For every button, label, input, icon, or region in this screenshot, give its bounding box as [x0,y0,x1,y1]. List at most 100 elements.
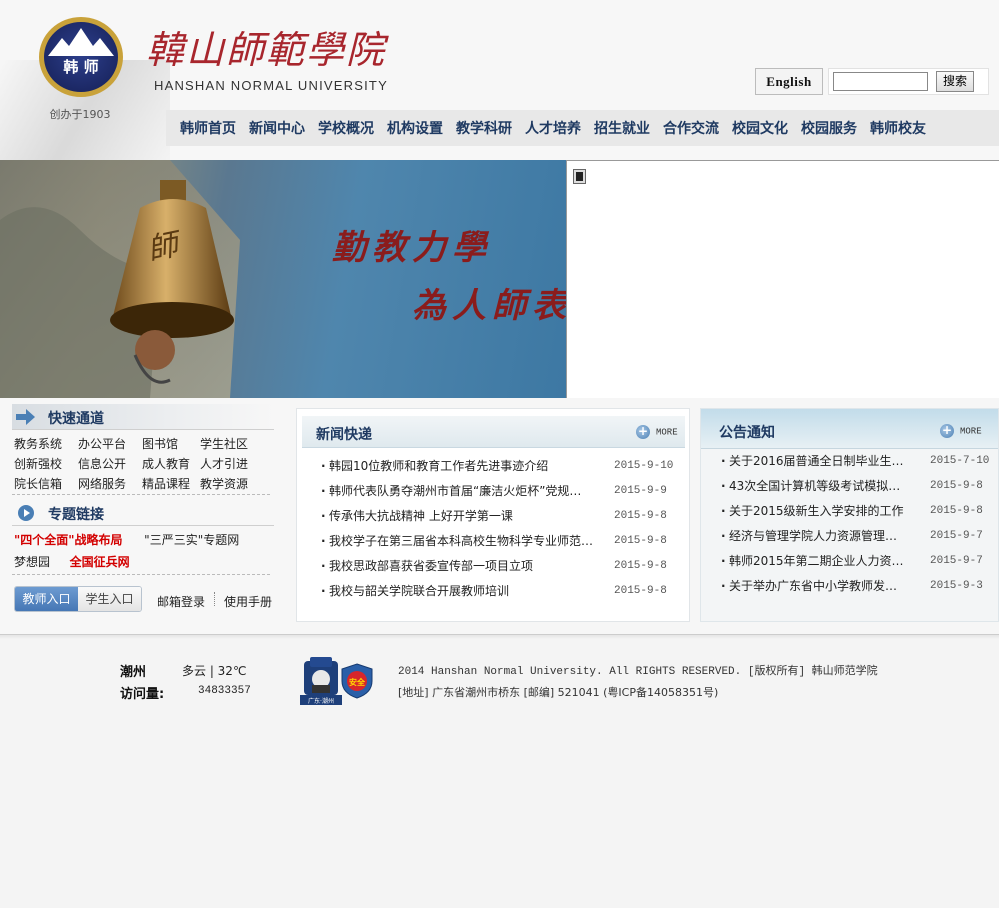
notice-item-date: 2015-9-7 [930,555,983,567]
list-item[interactable]: 传承伟大抗战精神 上好开学第一课 2015-9-8 [297,504,689,529]
nav-item-services[interactable]: 校园服务 [801,118,857,138]
banner-motto-line-1: 勤教力學 [332,228,492,268]
nav-item-training[interactable]: 人才培养 [525,118,581,138]
quick-link[interactable]: 成人教育 [142,456,200,472]
list-item[interactable]: 韩师代表队勇夺潮州市首届“廉洁火炬杯”党规… 2015-9-9 [297,479,689,504]
list-item[interactable]: 关于举办广东省中小学教师发… 2015-9-3 [701,574,998,599]
news-item-date: 2015-9-8 [614,585,667,597]
topic-link[interactable]: 梦想园 [14,555,50,569]
nav-item-departments[interactable]: 机构设置 [387,118,443,138]
quick-access-links: 教务系统 办公平台 图书馆 学生社区 创新强校 信息公开 成人教育 人才引进 院… [14,436,274,492]
plus-more-icon: + [940,423,954,438]
list-item[interactable]: 43次全国计算机等级考试模拟… 2015-9-8 [701,474,998,499]
news-item-date: 2015-9-10 [614,460,674,472]
list-item[interactable]: 韩师2015年第二期企业人力资… 2015-9-7 [701,549,998,574]
news-title: 新闻快递 [316,427,372,443]
nav-item-about[interactable]: 学校概况 [318,118,374,138]
site-footer: 潮州 多云 | 32℃ 访问量: 34833357 广东·潮州 安全 2014 … [0,634,999,908]
news-item-title[interactable]: 韩师代表队勇夺潮州市首届“廉洁火炬杯”党规… [321,479,601,504]
notice-item-title[interactable]: 关于2015级新生入学安排的工作 [721,499,907,524]
news-header: 新闻快递 + MORE [302,416,685,448]
quick-link[interactable]: 创新强校 [14,456,78,472]
login-tabs: 教师入口 学生入口 [14,586,142,612]
teacher-login-tab[interactable]: 教师入口 [15,587,78,611]
notice-item-date: 2015-9-8 [930,505,983,517]
topic-links-header: 专题链接 [12,500,274,526]
news-more-button[interactable]: + MORE [636,425,678,439]
student-login-tab[interactable]: 学生入口 [78,587,141,611]
notice-panel: 公告通知 + MORE 关于2016届普通全日制毕业生… 2015-7-10 43次… [700,408,999,622]
list-item[interactable]: 关于2016届普通全日制毕业生… 2015-7-10 [701,449,998,474]
logo-chinese-name[interactable]: 韓山師範學院 [146,26,384,74]
mail-login-link[interactable]: 邮箱登录 [157,593,205,610]
notice-more-button[interactable]: + MORE [940,424,982,438]
list-item[interactable]: 我校学子在第三届省本科高校生物科学专业师范… 2015-9-8 [297,529,689,554]
english-link-button[interactable]: English [755,68,823,95]
site-header: 韩 师 创办于1903 韓山師範學院 HANSHAN NORMAL UNIVER… [0,0,999,160]
list-item[interactable]: 经济与管理学院人力资源管理… 2015-9-7 [701,524,998,549]
topic-link[interactable]: "三严三实"专题网 [144,533,239,547]
arrow-right-icon [16,409,35,425]
topic-link[interactable]: 全国征兵网 [70,555,130,569]
notice-title: 公告通知 [719,425,775,441]
notice-item-title[interactable]: 43次全国计算机等级考试模拟… [721,474,907,499]
police-badge-icon[interactable]: 广东·潮州 [300,657,342,705]
separator [214,592,215,606]
police-label: 广东·潮州 [308,697,334,705]
quick-link[interactable]: 精品课程 [142,476,200,492]
nav-item-alumni[interactable]: 韩师校友 [870,118,926,138]
notice-item-title[interactable]: 关于2016届普通全日制毕业生… [721,449,907,474]
nav-item-cooperation[interactable]: 合作交流 [663,118,719,138]
quick-link[interactable]: 教务系统 [14,436,78,452]
weather-condition: 多云 | 32℃ [182,664,247,678]
news-item-date: 2015-9-8 [614,510,667,522]
user-manual-link[interactable]: 使用手册 [224,593,272,610]
quick-link[interactable]: 网络服务 [78,476,142,492]
nav-item-news[interactable]: 新闻中心 [249,118,305,138]
notice-item-date: 2015-7-10 [930,455,990,467]
logo-english-name[interactable]: HANSHAN NORMAL UNIVERSITY [154,78,394,93]
quick-link[interactable]: 办公平台 [78,436,142,452]
quick-access-header: 快速通道 [12,404,274,430]
list-item[interactable]: 关于2015级新生入学安排的工作 2015-9-8 [701,499,998,524]
banner-image[interactable]: 師 勤教力學 為人師表 [0,160,566,398]
quick-access-title: 快速通道 [48,411,104,427]
play-circle-icon [18,505,34,521]
notice-item-title[interactable]: 韩师2015年第二期企业人力资… [721,549,907,574]
list-item[interactable]: 我校思政部喜获省委宣传部一项目立项 2015-9-8 [297,554,689,579]
seal-logo-icon[interactable]: 韩 师 [38,16,124,98]
nav-item-research[interactable]: 教学科研 [456,118,512,138]
quick-link[interactable]: 人才引进 [200,456,274,472]
nav-item-admissions[interactable]: 招生就业 [594,118,650,138]
quick-link[interactable]: 图书馆 [142,436,200,452]
news-item-title[interactable]: 我校与韶关学院联合开展教师培训 [321,579,601,604]
nav-item-culture[interactable]: 校园文化 [732,118,788,138]
quick-link[interactable]: 信息公开 [78,456,142,472]
quick-link[interactable]: 院长信箱 [14,476,78,492]
media-icon[interactable] [573,169,586,184]
nav-item-home[interactable]: 韩师首页 [180,118,236,138]
news-item-title[interactable]: 我校学子在第三届省本科高校生物科学专业师范… [321,529,601,554]
search-button[interactable]: 搜索 [936,71,974,92]
copyright-text: 2014 Hanshan Normal University. All RIGH… [398,666,878,678]
shield-icon[interactable]: 安全 [341,663,373,699]
notice-item-title[interactable]: 关于举办广东省中小学教师发… [721,574,907,599]
news-item-date: 2015-9-9 [614,485,667,497]
news-panel: 新闻快递 + MORE 韩园10位教师和教育工作者先进事迹介绍 2015-9-10 … [296,408,690,622]
news-list: 韩园10位教师和教育工作者先进事迹介绍 2015-9-10 韩师代表队勇夺潮州市首… [297,454,689,604]
topic-link[interactable]: "四个全面"战略布局 [14,533,123,547]
news-item-title[interactable]: 传承伟大抗战精神 上好开学第一课 [321,504,601,529]
notice-item-title[interactable]: 经济与管理学院人力资源管理… [721,524,907,549]
banner-motto-line-2: 為人師表 [412,286,566,326]
notice-item-date: 2015-9-3 [930,580,983,592]
list-item[interactable]: 我校与韶关学院联合开展教师培训 2015-9-8 [297,579,689,604]
search-input[interactable] [833,72,928,91]
news-item-title[interactable]: 韩园10位教师和教育工作者先进事迹介绍 [321,454,601,479]
list-item[interactable]: 韩园10位教师和教育工作者先进事迹介绍 2015-9-10 [297,454,689,479]
quick-link[interactable]: 学生社区 [200,436,274,452]
news-item-date: 2015-9-8 [614,560,667,572]
more-label: MORE [656,427,678,438]
more-label: MORE [960,426,982,437]
quick-link[interactable]: 教学资源 [200,476,274,492]
news-item-title[interactable]: 我校思政部喜获省委宣传部一项目立项 [321,554,601,579]
